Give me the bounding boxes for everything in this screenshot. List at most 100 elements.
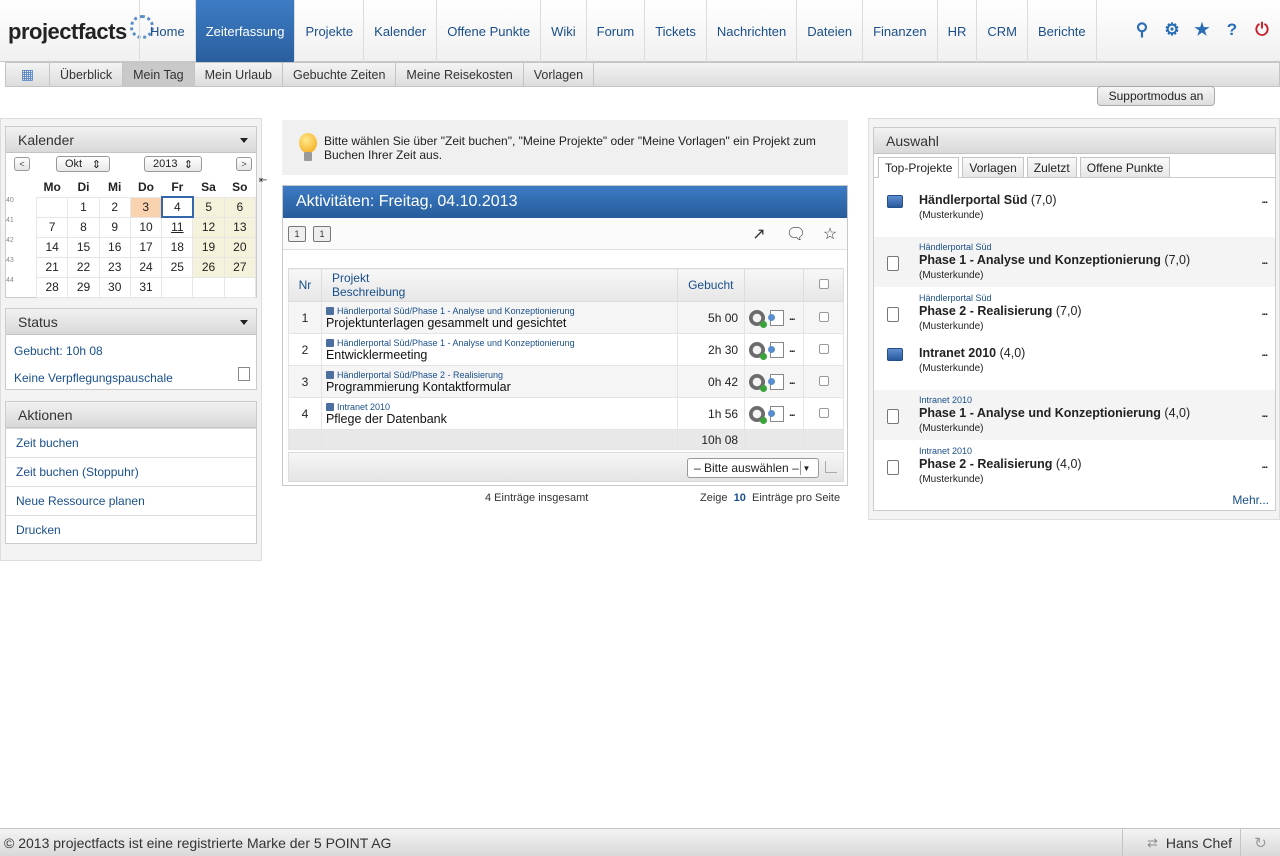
calendar-day[interactable]: 25	[161, 256, 194, 278]
refresh-icon[interactable]: ↻	[1240, 829, 1280, 856]
calendar-day[interactable]: 15	[67, 236, 100, 258]
calendar-day[interactable]: 26	[192, 256, 225, 278]
calendar-day[interactable]: 24	[129, 256, 163, 278]
bulk-action-select[interactable]: – Bitte auswählen – ▼	[687, 458, 819, 478]
calendar-day[interactable]: 20	[223, 236, 257, 258]
prev-month-button[interactable]: <	[14, 157, 30, 171]
calendar-day[interactable]: 1	[67, 196, 100, 218]
nav-item-crm[interactable]: CRM	[976, 0, 1027, 62]
action-zeit-buchen[interactable]: Zeit buchen	[6, 428, 256, 457]
next-month-button[interactable]: >	[236, 157, 252, 171]
action-neue-ressource-planen[interactable]: Neue Ressource planen	[6, 486, 256, 515]
action-zeit-buchen-stoppuhr[interactable]: Zeit buchen (Stoppuhr)	[6, 457, 256, 486]
apply-arrow-icon[interactable]	[825, 461, 837, 473]
more-options-icon[interactable]: ...	[1262, 460, 1268, 471]
comment-icon[interactable]: 🗨	[786, 224, 806, 244]
grid-menu-icon[interactable]: ▦	[6, 63, 50, 86]
col-nr[interactable]: Nr	[288, 268, 322, 302]
project-title[interactable]: Phase 2 - Realisierung (4,0)	[919, 457, 1082, 471]
calendar-day[interactable]: 10	[129, 216, 163, 238]
copy-entry-icon[interactable]	[768, 341, 785, 358]
calendar-day[interactable]: 7	[35, 216, 69, 238]
calendar-day[interactable]: 6	[223, 196, 257, 218]
col-booked[interactable]: Gebucht	[677, 268, 746, 302]
copy-entry-icon[interactable]	[768, 373, 785, 390]
export-icon[interactable]: ↗	[749, 224, 769, 244]
search-icon[interactable]: ⚲	[1132, 20, 1152, 40]
project-title[interactable]: Phase 2 - Realisierung (7,0)	[919, 304, 1082, 318]
selection-item[interactable]: Intranet 2010 Phase 1 - Analyse und Konze…	[874, 390, 1275, 440]
row-checkbox[interactable]	[818, 343, 829, 354]
project-title[interactable]: Phase 1 - Analyse und Konzeptionierung (…	[919, 253, 1190, 267]
calendar-day[interactable]: 21	[35, 256, 69, 278]
row-checkbox[interactable]	[818, 375, 829, 386]
project-path[interactable]: Händlerportal Süd/Phase 1 - Analyse und …	[325, 306, 673, 316]
calendar-day[interactable]: 29	[67, 276, 100, 298]
nav-item-tickets[interactable]: Tickets	[644, 0, 706, 62]
action-drucken[interactable]: Drucken	[6, 515, 256, 544]
calendar-day[interactable]: 14	[35, 236, 69, 258]
status-header[interactable]: Status	[6, 309, 256, 335]
more-link[interactable]: Mehr...	[1232, 493, 1269, 507]
copy-entry-icon[interactable]	[768, 405, 785, 422]
clock-edit-icon[interactable]	[749, 373, 768, 392]
calendar-day[interactable]: 3	[129, 196, 163, 218]
more-options-icon[interactable]: ...	[1262, 409, 1268, 420]
tab-top-projekte[interactable]: Top-Projekte	[878, 157, 960, 178]
collapse-caret-icon[interactable]	[240, 320, 248, 325]
calendar-day[interactable]: 31	[129, 276, 163, 298]
favorite-star-icon[interactable]: ☆	[820, 224, 840, 244]
more-options-icon[interactable]: ...	[789, 344, 795, 355]
calendar-day[interactable]: 4	[160, 196, 194, 218]
subnav-item[interactable]: Mein Tag	[123, 63, 195, 86]
calendar-day[interactable]: 13	[223, 216, 257, 238]
nav-item-offene-punkte[interactable]: Offene Punkte	[436, 0, 540, 62]
support-mode-button[interactable]: Supportmodus an	[1097, 86, 1215, 106]
help-icon[interactable]: ?	[1222, 20, 1242, 40]
nav-item-wiki[interactable]: Wiki	[540, 0, 586, 62]
calendar-day[interactable]: 28	[35, 276, 69, 298]
subnav-item[interactable]: Vorlagen	[524, 63, 595, 86]
subnav-item[interactable]: Überblick	[50, 63, 124, 86]
more-options-icon[interactable]: ...	[1262, 256, 1268, 267]
more-options-icon[interactable]: ...	[789, 376, 795, 387]
booked-time[interactable]: Gebucht: 10h 08	[14, 344, 103, 358]
calendar-day[interactable]: 19	[192, 236, 225, 258]
calendar-day[interactable]: 22	[67, 256, 100, 278]
gear-icon[interactable]: ⚙	[1162, 20, 1182, 40]
subnav-item[interactable]: Meine Reisekosten	[396, 63, 524, 86]
per-page-value[interactable]: 10	[734, 492, 746, 504]
calendar-day[interactable]: 5	[192, 196, 225, 218]
nav-item-dateien[interactable]: Dateien	[796, 0, 862, 62]
project-title[interactable]: Phase 1 - Analyse und Konzeptionierung (…	[919, 406, 1190, 420]
calendar-day[interactable]: 30	[98, 276, 131, 298]
project-title[interactable]: Intranet 2010 (4,0)	[919, 346, 1025, 360]
clock-edit-icon[interactable]	[749, 309, 768, 328]
nav-item-berichte[interactable]: Berichte	[1026, 0, 1097, 62]
subnav-item[interactable]: Mein Urlaub	[195, 63, 283, 86]
selection-item[interactable]: Intranet 2010 Phase 2 - Realisierung (4,0…	[874, 441, 1275, 491]
next-day-icon[interactable]: 1	[313, 226, 331, 242]
nav-item-hr[interactable]: HR	[936, 0, 977, 62]
select-all-checkbox[interactable]	[803, 268, 844, 302]
calendar-day[interactable]: 9	[98, 216, 131, 238]
more-options-icon[interactable]: ...	[1262, 348, 1268, 359]
collapse-caret-icon[interactable]	[240, 138, 248, 143]
selection-item[interactable]: Händlerportal Süd (7,0) (Musterkunde)...	[874, 186, 1275, 236]
subnav-item[interactable]: Gebuchte Zeiten	[283, 63, 397, 86]
project-path[interactable]: Intranet 2010	[325, 402, 673, 412]
month-select[interactable]: Okt ⇕	[56, 156, 110, 172]
row-project-cell[interactable]: Händlerportal Süd/Phase 2 - Realisierung…	[320, 365, 679, 398]
app-logo[interactable]: projectfacts	[8, 12, 154, 52]
calendar-day[interactable]: 17	[129, 236, 163, 258]
copy-entry-icon[interactable]	[768, 309, 785, 326]
calendar-day[interactable]: 27	[223, 256, 257, 278]
more-options-icon[interactable]: ...	[789, 312, 795, 323]
row-checkbox[interactable]	[818, 311, 829, 322]
star-icon[interactable]: ★	[1192, 20, 1212, 40]
collapse-sidebar-icon[interactable]: ⇤	[259, 175, 267, 186]
add-document-icon[interactable]	[238, 367, 250, 381]
nav-item-finanzen[interactable]: Finanzen	[862, 0, 936, 62]
row-project-cell[interactable]: Händlerportal Süd/Phase 1 - Analyse und …	[320, 301, 679, 334]
calendar-day[interactable]: 8	[67, 216, 100, 238]
